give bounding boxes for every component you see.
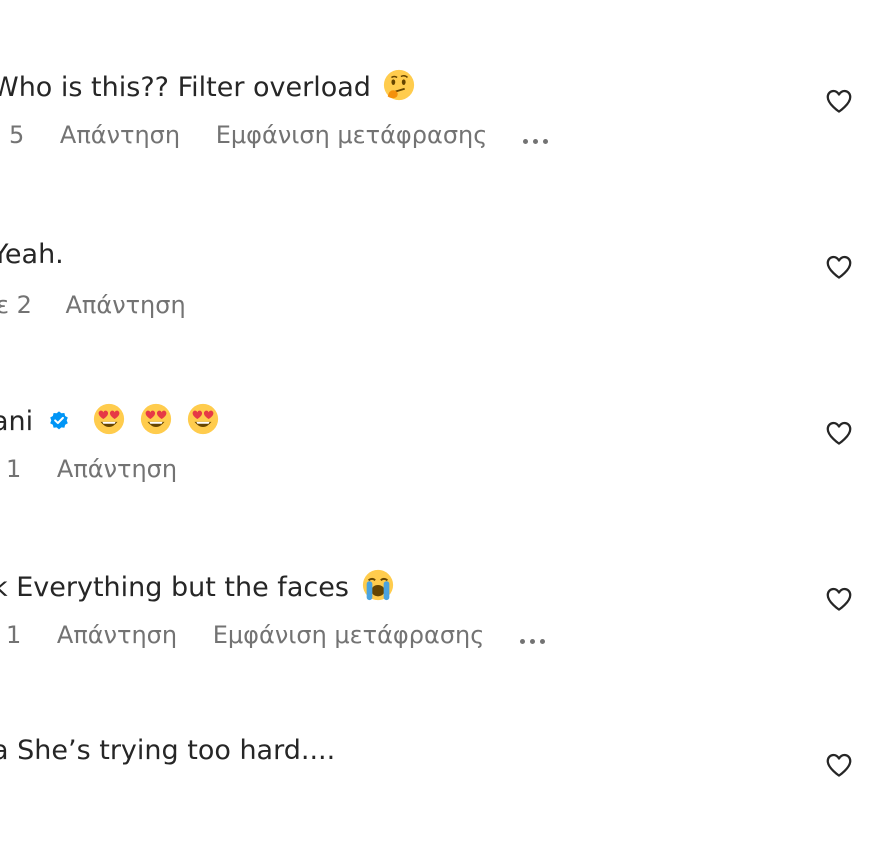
like-heart-icon[interactable]: [824, 86, 854, 116]
comment-like-count: ε 2: [0, 291, 32, 319]
heart-eyes-emoji-icon: [140, 403, 172, 435]
see-translation-button[interactable]: Εμφάνιση μετάφρασης: [216, 121, 488, 149]
like-heart-icon[interactable]: [824, 584, 854, 614]
like-heart-icon[interactable]: [824, 750, 854, 780]
comment-text: She’s trying too hard....: [17, 735, 336, 766]
thinking-face-emoji-icon: [383, 69, 414, 101]
heart-eyes-emoji-icon: [94, 403, 125, 435]
more-options-icon[interactable]: [519, 619, 550, 653]
like-heart-icon[interactable]: [824, 418, 854, 448]
comment-username[interactable]: a: [0, 735, 9, 766]
comment-username[interactable]: k: [0, 572, 8, 603]
comment-body: Who is this?? Filter overload: [0, 68, 416, 105]
comment-text: Yeah.: [0, 239, 64, 270]
verified-badge-icon: [49, 411, 68, 430]
comment-body: ani: [0, 402, 220, 439]
comment-text: Everything but the faces: [16, 572, 349, 603]
heart-eyes-emoji-icon: [187, 403, 218, 435]
comment-meta: 1 Απάντηση Εμφάνιση μετάφρασης: [6, 618, 578, 653]
comment-like-count: 1: [6, 621, 22, 649]
reply-button[interactable]: Απάντηση: [57, 455, 177, 483]
comment-meta: 5 Απάντηση Εμφάνιση μετάφρασης: [9, 118, 581, 153]
comment-body: Yeah.: [0, 238, 64, 272]
comment-like-count: 1: [6, 455, 22, 483]
see-translation-button[interactable]: Εμφάνιση μετάφρασης: [213, 621, 485, 649]
heart-eyes-emoji-row: [88, 403, 219, 437]
reply-button[interactable]: Απάντηση: [60, 121, 180, 149]
like-heart-icon[interactable]: [824, 252, 854, 282]
comment-meta: 1 Απάντηση: [6, 452, 205, 486]
reply-button[interactable]: Απάντηση: [66, 291, 186, 319]
comment-body: k Everything but the faces: [0, 568, 395, 605]
comment-body: a She’s trying too hard....: [0, 734, 335, 768]
comment-username[interactable]: ani: [0, 406, 33, 437]
comment-item-2: Yeah. ε 2 Απάντηση: [0, 238, 880, 368]
comment-text: Who is this?? Filter overload: [0, 72, 371, 103]
comment-meta: ε 2 Απάντηση: [0, 288, 214, 322]
comment-item-3: ani 1 Απάντηση: [0, 402, 880, 532]
comment-item-4: k Everything but the faces 1 Απάντηση Εμ…: [0, 568, 880, 698]
comment-like-count: 5: [9, 121, 25, 149]
reply-button[interactable]: Απάντηση: [57, 621, 177, 649]
comment-item-5: a She’s trying too hard....: [0, 734, 880, 864]
loudly-crying-face-emoji-icon: [363, 569, 394, 601]
comment-item-1: Who is this?? Filter overload 5 Απάντηση…: [0, 68, 880, 198]
more-options-icon[interactable]: [522, 119, 553, 153]
